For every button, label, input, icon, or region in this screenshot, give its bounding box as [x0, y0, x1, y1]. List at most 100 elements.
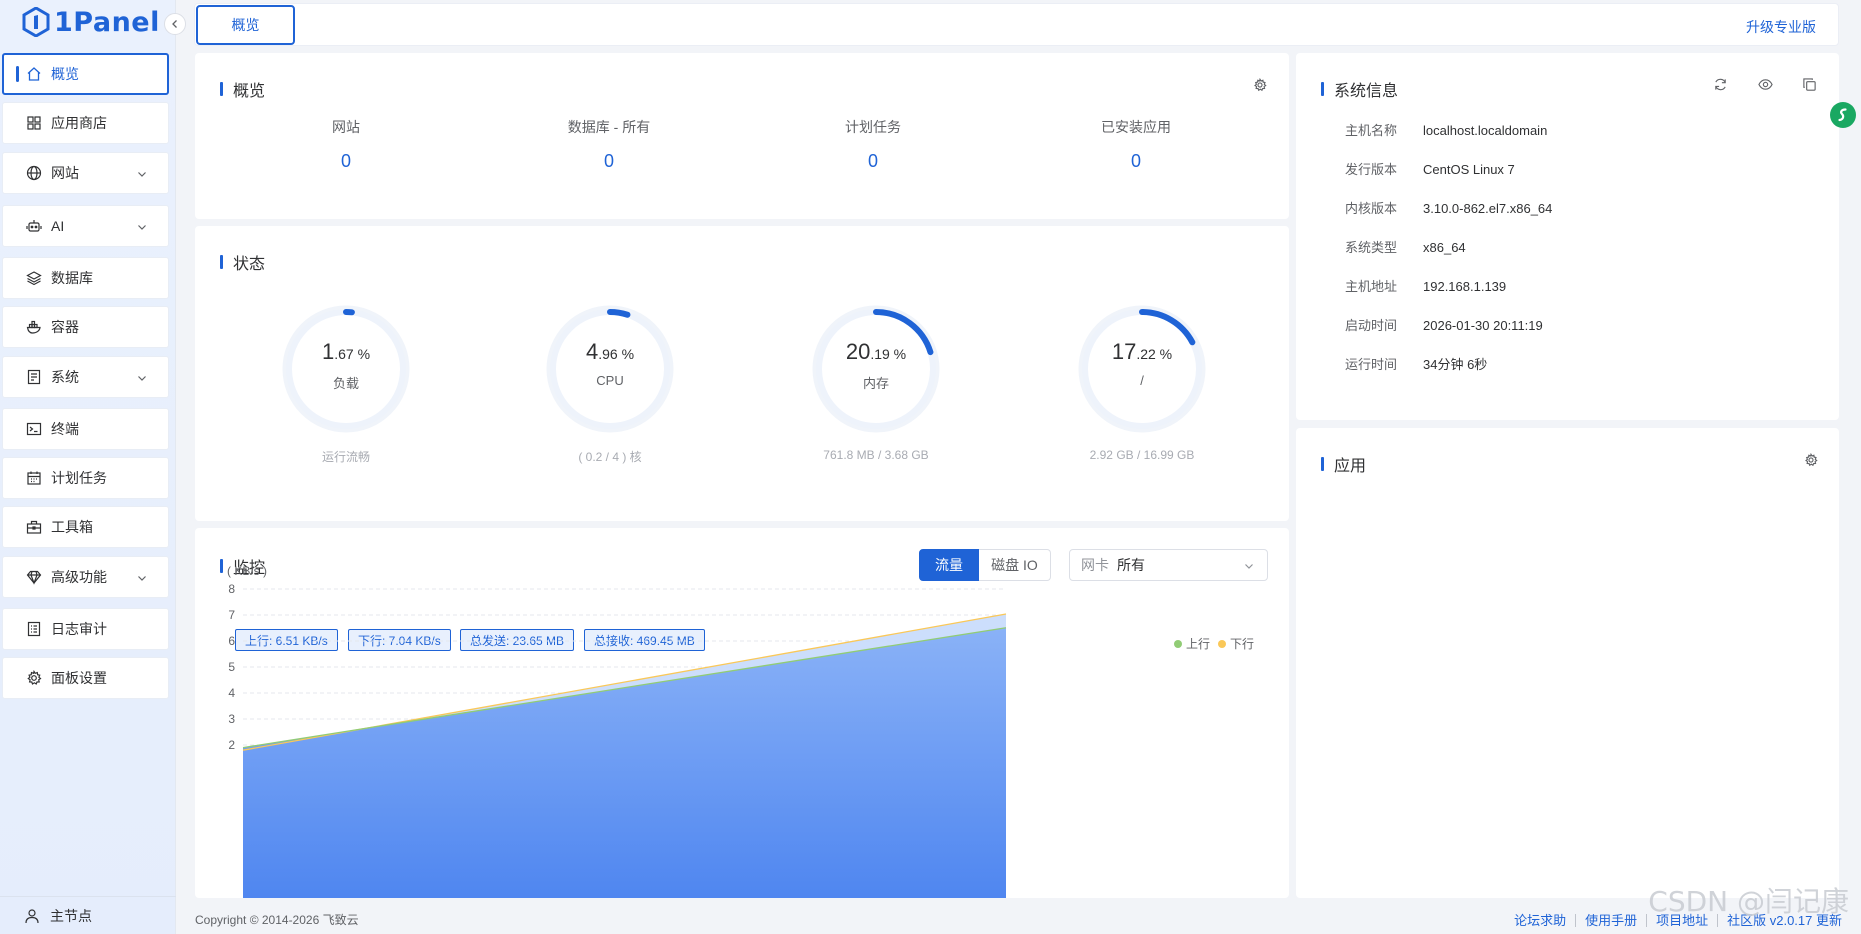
sidebar-item-system[interactable]: 系统: [2, 356, 169, 398]
forum-link[interactable]: 论坛求助: [1505, 914, 1577, 927]
info-key: 启动时间: [1345, 318, 1398, 333]
stat-databases[interactable]: 数据库 - 所有 0: [509, 117, 709, 172]
node-label: 主节点: [50, 907, 92, 924]
monitor-card: 监控 流量 磁盘 IO 网卡 所有 上行: 6.51 KB/s 下行: 7.04…: [195, 528, 1289, 898]
layers-icon: [26, 271, 42, 286]
info-row-host-address: 主机地址 192.168.1.139: [1345, 276, 1506, 295]
sidebar-item-cronjob[interactable]: 计划任务: [2, 457, 169, 499]
stat-websites[interactable]: 网站 0: [246, 117, 446, 172]
stat-installed-apps[interactable]: 已安装应用 0: [1036, 117, 1236, 172]
gauge-name: CPU: [596, 373, 624, 388]
sidebar-item-overview[interactable]: 概览: [2, 53, 169, 95]
sidebar-item-label: 容器: [51, 319, 79, 335]
info-row-boot-time: 启动时间 2026-01-30 20:11:19: [1345, 315, 1543, 334]
calendar-icon: [27, 471, 41, 485]
gear-icon[interactable]: [1253, 78, 1267, 92]
robot-icon: [26, 220, 42, 232]
info-key: 内核版本: [1345, 201, 1398, 216]
gear-icon[interactable]: [1804, 453, 1818, 467]
info-row-kernel: 内核版本 3.10.0-862.el7.x86_64: [1345, 198, 1552, 217]
info-value: 34分钟 6秒: [1423, 357, 1488, 372]
sidebar-item-settings[interactable]: 面板设置: [2, 657, 169, 699]
stat-value: 0: [1130, 151, 1141, 171]
status-card: 状态 1.67 % 负载 运行流畅 4.96 % CPU ( 0.2 / 4 )…: [195, 226, 1289, 521]
area-up: [243, 627, 1006, 898]
diamond-icon: [26, 570, 42, 585]
sidebar-item-label: 日志审计: [51, 621, 107, 637]
info-row-distro: 发行版本 CentOS Linux 7: [1345, 159, 1515, 178]
node-switcher[interactable]: 主节点: [0, 896, 176, 934]
upgrade-pro-link[interactable]: 升级专业版: [1746, 17, 1816, 37]
stat-label: 计划任务: [845, 119, 901, 135]
traffic-chart[interactable]: ( KB/s ) 8 7 6 5 4 3 2: [195, 528, 1289, 898]
sidebar-item-label: 系统: [51, 369, 79, 385]
gauge-load[interactable]: 1.67 % 负载: [281, 304, 411, 434]
gauge-cpu[interactable]: 4.96 % CPU: [545, 304, 675, 434]
sidebar-item-label: 高级功能: [51, 569, 107, 585]
sidebar-item-container[interactable]: 容器: [2, 306, 169, 348]
gear-icon: [27, 670, 42, 685]
info-key: 系统类型: [1345, 240, 1398, 255]
sidebar-item-advanced[interactable]: 高级功能: [2, 556, 169, 598]
gauge-memory[interactable]: 20.19 % 内存: [811, 304, 941, 434]
card-title: 系统信息: [1321, 77, 1398, 101]
gauge-subtext: ( 0.2 / 4 ) 核: [578, 450, 642, 464]
y-tick-label: 7: [228, 608, 235, 622]
sidebar-item-database[interactable]: 数据库: [2, 257, 169, 299]
y-tick-label: 4: [228, 686, 235, 700]
info-key: 运行时间: [1345, 357, 1398, 372]
y-tick-label: 2: [228, 738, 235, 752]
gauge-value-int: 17: [1111, 339, 1137, 364]
tab-bar: 概览 升级专业版: [194, 3, 1839, 46]
card-title: 状态: [220, 250, 265, 274]
sidebar-item-terminal[interactable]: 终端: [2, 408, 169, 450]
chevron-down-icon: [138, 576, 146, 581]
gauge-subtext: 运行流畅: [321, 450, 370, 464]
gauge-disk[interactable]: 17.22 % /: [1077, 304, 1207, 434]
terminal-icon: [26, 422, 42, 436]
gauge-value-int: 1: [321, 339, 335, 364]
sidebar-item-website[interactable]: 网站: [2, 152, 169, 194]
chevron-left-icon: [172, 20, 177, 28]
sidebar-item-toolbox[interactable]: 工具箱: [2, 506, 169, 548]
log-icon: [27, 621, 41, 637]
y-tick-label: 5: [228, 660, 235, 674]
copyright-text: Copyright © 2014-2026 飞致云: [195, 912, 359, 927]
y-tick-label: 6: [228, 634, 235, 648]
card-title: 概览: [220, 77, 265, 101]
sidebar-item-label: 网站: [51, 165, 79, 181]
info-row-hostname: 主机名称 localhost.localdomain: [1345, 120, 1547, 139]
info-row-uptime: 运行时间 34分钟 6秒: [1345, 354, 1487, 373]
stat-value: 0: [340, 151, 351, 171]
info-value: x86_64: [1423, 240, 1466, 255]
gauge-subtext: 2.92 GB / 16.99 GB: [1089, 448, 1195, 462]
stat-cronjobs[interactable]: 计划任务 0: [773, 117, 973, 172]
chevron-down-icon: [138, 225, 146, 230]
apps-card: 应用: [1296, 428, 1839, 898]
sidebar-item-label: 工具箱: [51, 519, 93, 535]
copy-icon[interactable]: [1802, 77, 1817, 92]
sidebar-item-log-audit[interactable]: 日志审计: [2, 608, 169, 650]
gauge-name: 负载: [332, 376, 359, 391]
refresh-icon[interactable]: [1713, 77, 1728, 92]
info-value: localhost.localdomain: [1423, 123, 1548, 138]
sidebar-item-label: 计划任务: [51, 470, 107, 486]
assistant-float-button[interactable]: [1830, 102, 1856, 128]
eye-icon[interactable]: [1758, 77, 1773, 92]
watermark: CSDN @闫记康: [1648, 885, 1849, 918]
sidebar-item-ai[interactable]: AI: [2, 205, 169, 247]
info-key: 发行版本: [1345, 162, 1398, 177]
manual-link[interactable]: 使用手册: [1576, 914, 1648, 927]
gauge-value-int: 4: [585, 339, 599, 364]
overview-card: 概览 网站 0 数据库 - 所有 0 计划任务 0 已安装应用 0: [195, 53, 1289, 219]
user-icon: [25, 908, 39, 923]
app-logo[interactable]: 1Panel: [22, 6, 160, 38]
sidebar-item-label: 数据库: [51, 270, 93, 286]
sidebar-collapse-button[interactable]: [164, 13, 186, 35]
sidebar-item-app-store[interactable]: 应用商店: [2, 102, 169, 144]
stat-value: 0: [603, 151, 614, 171]
info-value: CentOS Linux 7: [1423, 162, 1515, 177]
tab-overview[interactable]: 概览: [196, 5, 295, 45]
info-value: 2026-01-30 20:11:19: [1423, 318, 1543, 333]
info-row-arch: 系统类型 x86_64: [1345, 237, 1466, 256]
